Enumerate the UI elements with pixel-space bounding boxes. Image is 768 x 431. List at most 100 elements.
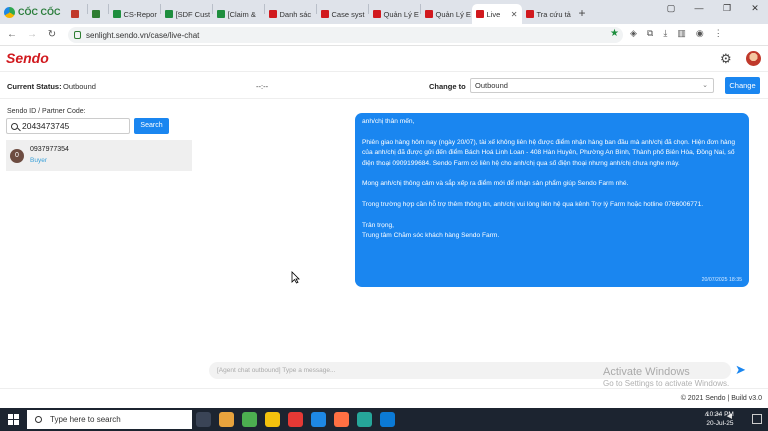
- minimize-icon[interactable]: —: [692, 3, 706, 14]
- message-paragraph-3: Trong trường hợp cần hỗ trợ thêm thông t…: [362, 201, 704, 209]
- forward-icon[interactable]: →: [24, 29, 40, 40]
- browser-brand[interactable]: CỐC CỐC: [0, 0, 67, 24]
- change-to-value: Outbound: [475, 81, 508, 90]
- taskbar-search-icon: [35, 416, 42, 423]
- user-avatar[interactable]: [746, 51, 761, 66]
- sendo-id-search-input[interactable]: 2043473745: [6, 118, 130, 134]
- coccoc-app-icon[interactable]: [242, 412, 257, 427]
- app-icon-blue[interactable]: [311, 412, 326, 427]
- download-icon[interactable]: ⤓: [663, 28, 667, 39]
- profile-icon[interactable]: ◉: [696, 28, 704, 39]
- status-timer: --:--: [256, 82, 269, 91]
- browser-tab-label: Tra cứu tả: [536, 9, 571, 19]
- app-footer: © 2021 Sendo | Build v3.0: [0, 388, 768, 408]
- browser-tab[interactable]: Quản Lý E: [421, 4, 472, 24]
- app-icon-orange[interactable]: [334, 412, 349, 427]
- message-paragraph-1: Phiên giao hàng hôm nay (ngày 20/07), tà…: [362, 138, 736, 167]
- shield-icon[interactable]: ◈: [630, 28, 637, 39]
- browser-tab-label: CS-Repor: [123, 9, 157, 19]
- tab-favicon-icon: [268, 10, 277, 18]
- conversation-avatar: 0: [10, 149, 24, 163]
- sidebar-icon[interactable]: ▥: [677, 28, 686, 39]
- browser-tab[interactable]: Case syst: [317, 4, 368, 24]
- task-view-icon[interactable]: [196, 412, 211, 427]
- maximize-icon[interactable]: ❐: [720, 3, 734, 14]
- new-tab-icon[interactable]: +: [579, 6, 586, 20]
- activate-windows-subtitle: Go to Settings to activate Windows.: [603, 379, 730, 388]
- tab-favicon-icon: [164, 10, 173, 18]
- browser-tab[interactable]: [Claim &: [213, 4, 264, 24]
- browser-tab-label: Quản Lý E: [383, 9, 419, 19]
- search-button[interactable]: Search: [134, 118, 169, 134]
- windows-taskbar: Type here to search ˄ ◠ ◀ 10:34 PM 20-Ju…: [0, 408, 768, 431]
- chat-message-bubble: anh/chị thân mến, Phiên giao hàng hôm na…: [355, 113, 749, 287]
- current-status-label: Current Status:: [7, 82, 62, 91]
- app-icon-red[interactable]: [288, 412, 303, 427]
- browser-tab[interactable]: [SDF Cust: [161, 4, 212, 24]
- browser-brand-label: CỐC CỐC: [18, 7, 61, 17]
- current-status-value: Outbound: [63, 82, 96, 91]
- browser-tab[interactable]: CS-Repor: [109, 4, 160, 24]
- tab-search-icon[interactable]: ▢: [664, 3, 678, 14]
- browser-tab-label: Case syst: [331, 9, 365, 19]
- message-paragraph-2: Mong anh/chị thông cảm và sắp xếp ra điể…: [362, 180, 629, 188]
- browser-tab[interactable]: Tra cứu tả: [522, 4, 573, 24]
- coccoc-logo-icon: [4, 6, 15, 18]
- change-to-label: Change to: [429, 82, 466, 91]
- extensions-icon[interactable]: ⧉: [647, 28, 653, 39]
- conversation-role: Buyer: [30, 157, 47, 164]
- tab-favicon-icon: [424, 10, 433, 18]
- menu-icon[interactable]: ⋮: [714, 28, 723, 39]
- change-button[interactable]: Change: [725, 77, 760, 94]
- browser-tab[interactable]: [67, 4, 87, 24]
- conversation-phone: 0937977354: [30, 146, 69, 153]
- back-icon[interactable]: ←: [4, 29, 20, 40]
- send-icon[interactable]: ➤: [735, 362, 746, 378]
- taskbar-search-placeholder: Type here to search: [50, 415, 121, 424]
- browser-tab-label: Live: [486, 9, 501, 19]
- conversation-list-item[interactable]: 0 0937977354 Buyer: [6, 140, 192, 171]
- tab-favicon-icon: [475, 10, 484, 18]
- taskbar-search[interactable]: Type here to search: [27, 410, 192, 429]
- bookmark-star-icon[interactable]: ★: [610, 28, 619, 39]
- mouse-cursor-icon: [291, 271, 300, 284]
- gear-icon[interactable]: ⚙: [720, 51, 732, 67]
- status-bar: Current Status: Outbound --:-- Change to…: [0, 71, 768, 99]
- message-timestamp: 20/07/2025 18:35: [701, 277, 742, 283]
- browser-tab[interactable]: Quản Lý E: [369, 4, 420, 24]
- browser-tab[interactable]: [88, 4, 108, 24]
- file-explorer-icon[interactable]: [219, 412, 234, 427]
- close-window-icon[interactable]: ✕: [748, 3, 762, 14]
- change-to-select[interactable]: Outbound ⌄: [470, 78, 714, 93]
- footer-text: © 2021 Sendo | Build v3.0: [680, 395, 762, 402]
- reload-icon[interactable]: ↻: [44, 29, 60, 40]
- edge-icon[interactable]: [380, 412, 395, 427]
- site-info-icon[interactable]: [74, 31, 81, 39]
- message-closing: Trân trọng,: [362, 222, 395, 229]
- taskbar-time: 10:34 PM: [706, 411, 734, 418]
- message-signature: Trung tâm Chăm sóc khách hàng Sendo Farm…: [362, 232, 500, 240]
- taskbar-clock[interactable]: 10:34 PM 20-Jul-25: [706, 410, 734, 428]
- windows-start-icon[interactable]: [8, 414, 19, 425]
- search-icon: [11, 122, 18, 130]
- browser-tab[interactable]: Danh sác: [265, 4, 316, 24]
- search-input-value: 2043473745: [22, 121, 70, 131]
- taskbar-apps: [196, 412, 395, 427]
- tab-favicon-icon: [91, 10, 100, 18]
- browser-tab-label: Danh sác: [279, 9, 312, 19]
- tab-favicon-icon: [525, 10, 534, 18]
- window-controls: ▢ — ❐ ✕: [664, 3, 762, 14]
- url-field[interactable]: senlight.sendo.vn/case/live-chat: [68, 27, 623, 43]
- tab-favicon-icon: [372, 10, 381, 18]
- close-tab-icon[interactable]: ✕: [511, 10, 518, 19]
- browser-tab[interactable]: Live ✕: [471, 4, 522, 24]
- sendo-logo[interactable]: Sendo: [6, 50, 49, 66]
- sticky-notes-icon[interactable]: [265, 412, 280, 427]
- tab-favicon-icon: [216, 10, 225, 18]
- app-header: Sendo ⚙: [0, 47, 768, 71]
- url-text: senlight.sendo.vn/case/live-chat: [86, 30, 200, 40]
- notification-icon[interactable]: [752, 414, 762, 424]
- app-icon-teal[interactable]: [357, 412, 372, 427]
- browser-toolbar: ◈ ⧉ ⤓ ▥ ◉ ⋮: [630, 28, 723, 39]
- tab-favicon-icon: [320, 10, 329, 18]
